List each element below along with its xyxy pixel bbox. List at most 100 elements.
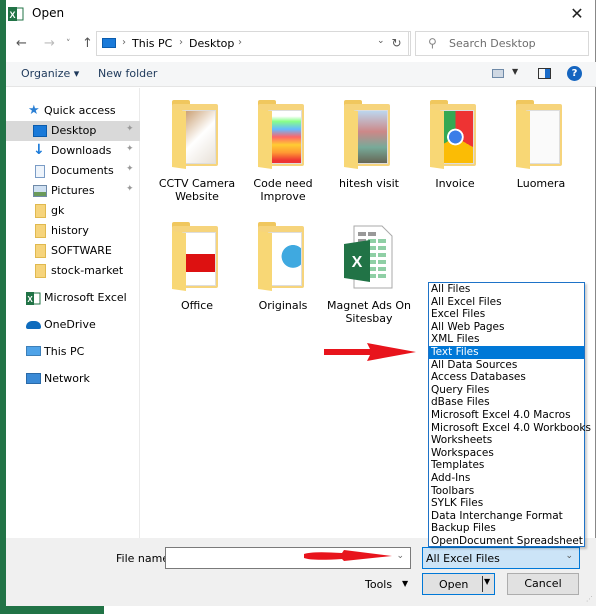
file-type-option[interactable]: Text Files: [429, 345, 584, 359]
computer-icon: [26, 346, 41, 356]
file-type-option[interactable]: Worksheets: [429, 434, 584, 447]
file-name: Luomera: [516, 177, 566, 190]
new-folder-button[interactable]: New folder: [98, 67, 157, 80]
sidebar-item-quick-access[interactable]: ★ Quick access: [6, 101, 140, 121]
file-type-option[interactable]: Backup Files: [429, 522, 584, 535]
file-type-option[interactable]: All Files: [429, 283, 584, 296]
refresh-button[interactable]: ↻: [385, 31, 409, 56]
sidebar-item-onedrive[interactable]: OneDrive: [6, 315, 140, 335]
pin-icon[interactable]: ✦: [126, 124, 134, 134]
sidebar-item-desktop[interactable]: Desktop ✦: [6, 121, 140, 141]
sidebar-item-pictures[interactable]: Pictures ✦: [6, 181, 140, 201]
sidebar-item-label: Desktop: [51, 124, 97, 137]
file-item[interactable]: Luomera: [498, 94, 584, 214]
file-type-option[interactable]: Workspaces: [429, 447, 584, 460]
breadcrumb-this-pc[interactable]: This PC: [132, 37, 172, 50]
file-item[interactable]: CCTV Camera Website: [154, 94, 240, 214]
excel-icon: X: [26, 292, 41, 305]
title-bar: X Open ✕: [6, 0, 596, 28]
file-item[interactable]: Office: [154, 216, 240, 336]
sidebar-item-software[interactable]: SOFTWARE: [6, 241, 140, 261]
pictures-icon: [33, 185, 47, 197]
file-type-option[interactable]: All Excel Files: [429, 296, 584, 309]
file-item[interactable]: Code need Improve: [240, 94, 326, 214]
file-name: hitesh visit: [339, 177, 399, 190]
star-pin-icon: ★: [28, 103, 40, 118]
folder-thumbnail-icon: [172, 222, 222, 294]
file-type-selected: All Excel Files: [426, 552, 500, 565]
file-name: Originals: [258, 299, 308, 312]
svg-text:X: X: [352, 254, 363, 271]
sidebar-item-documents[interactable]: Documents ✦: [6, 161, 140, 181]
file-type-option[interactable]: All Data Sources: [429, 359, 584, 372]
organize-button[interactable]: Organize ▾: [21, 67, 79, 80]
sidebar-item-microsoft-excel[interactable]: X Microsoft Excel: [6, 288, 140, 308]
open-button-label: Open: [439, 578, 469, 591]
breadcrumb-desktop[interactable]: Desktop: [189, 37, 234, 50]
sidebar-item-gk[interactable]: gk: [6, 201, 140, 221]
sidebar-item-history[interactable]: history: [6, 221, 140, 241]
file-item[interactable]: X Magnet Ads On Sitesbay: [326, 216, 412, 336]
file-item[interactable]: Invoice: [412, 94, 498, 214]
file-type-option[interactable]: Data Interchange Format: [429, 510, 584, 523]
file-type-option[interactable]: Microsoft Excel 4.0 Workbooks: [429, 422, 591, 435]
sidebar-item-label: Downloads: [51, 144, 112, 157]
help-icon[interactable]: ?: [567, 66, 582, 81]
resize-grip[interactable]: ⋰: [586, 595, 593, 603]
file-type-option[interactable]: Microsoft Excel 4.0 Macros: [429, 409, 584, 422]
folder-thumbnail-icon: [430, 100, 480, 172]
file-type-option[interactable]: Templates: [429, 459, 584, 472]
up-arrow-icon[interactable]: ↑: [82, 36, 93, 51]
excel-window-background-bottom: [0, 606, 104, 614]
window-title: Open: [32, 6, 65, 20]
file-type-option[interactable]: SYLK Files: [429, 497, 584, 510]
address-dropdown-icon[interactable]: ⌄: [377, 36, 385, 46]
file-type-dropdown-list[interactable]: All Files All Excel Files Excel Files All W…: [428, 282, 591, 548]
file-type-option[interactable]: dBase Files: [429, 396, 584, 409]
sidebar-item-stock-market[interactable]: stock-market: [6, 261, 140, 281]
back-arrow-icon[interactable]: ←: [16, 36, 27, 51]
close-button[interactable]: ✕: [564, 3, 590, 25]
file-type-option[interactable]: All Web Pages: [429, 321, 584, 334]
sidebar-item-this-pc[interactable]: This PC: [6, 342, 140, 362]
file-type-option[interactable]: Excel Files: [429, 308, 584, 321]
svg-text:X: X: [9, 10, 15, 20]
folder-thumbnail-icon: [516, 100, 566, 172]
cancel-button[interactable]: Cancel: [507, 573, 579, 595]
file-type-option[interactable]: OpenDocument Spreadsheet: [429, 535, 584, 548]
view-options-dropdown-icon[interactable]: ▼: [512, 67, 518, 76]
tools-button[interactable]: Tools: [365, 578, 392, 591]
forward-arrow-icon[interactable]: →: [44, 36, 55, 51]
this-pc-icon: [102, 38, 116, 48]
file-type-select[interactable]: All Excel Files ⌄: [422, 547, 580, 569]
tools-dropdown-icon[interactable]: ▼: [402, 579, 408, 588]
recent-locations-chevron-icon[interactable]: ˅: [66, 39, 71, 49]
file-type-dropdown-icon: ⌄: [565, 551, 573, 561]
search-input[interactable]: ⚲ Search Desktop: [415, 31, 589, 56]
sidebar-item-network[interactable]: Network: [6, 369, 140, 389]
file-name-dropdown-icon[interactable]: ⌄: [396, 551, 404, 561]
change-view-icon[interactable]: [492, 69, 504, 78]
address-bar[interactable]: › This PC › Desktop › ⌄: [96, 31, 411, 56]
pin-icon[interactable]: ✦: [126, 144, 134, 154]
pin-icon[interactable]: ✦: [126, 164, 134, 174]
file-type-option[interactable]: Add-Ins: [429, 472, 584, 485]
preview-pane-icon[interactable]: [538, 68, 551, 79]
file-type-option[interactable]: Query Files: [429, 384, 584, 397]
sidebar-item-label: OneDrive: [44, 318, 96, 331]
sidebar-item-downloads[interactable]: ↓ Downloads ✦: [6, 141, 140, 161]
file-type-option[interactable]: Toolbars: [429, 485, 584, 498]
open-options-dropdown-icon[interactable]: ▼: [484, 577, 490, 586]
pin-icon[interactable]: ✦: [126, 184, 134, 194]
sidebar-item-label: history: [51, 224, 89, 237]
folder-icon: [35, 244, 46, 258]
breadcrumb-separator: ›: [122, 37, 126, 48]
svg-text:X: X: [27, 295, 33, 304]
file-type-option[interactable]: Access Databases: [429, 371, 584, 384]
file-type-option[interactable]: XML Files: [429, 333, 584, 346]
folder-icon: [35, 204, 46, 218]
file-item[interactable]: Originals: [240, 216, 326, 336]
file-name: Office: [180, 299, 214, 312]
file-item[interactable]: hitesh visit: [326, 94, 412, 214]
open-button[interactable]: Open ▼: [422, 573, 495, 595]
